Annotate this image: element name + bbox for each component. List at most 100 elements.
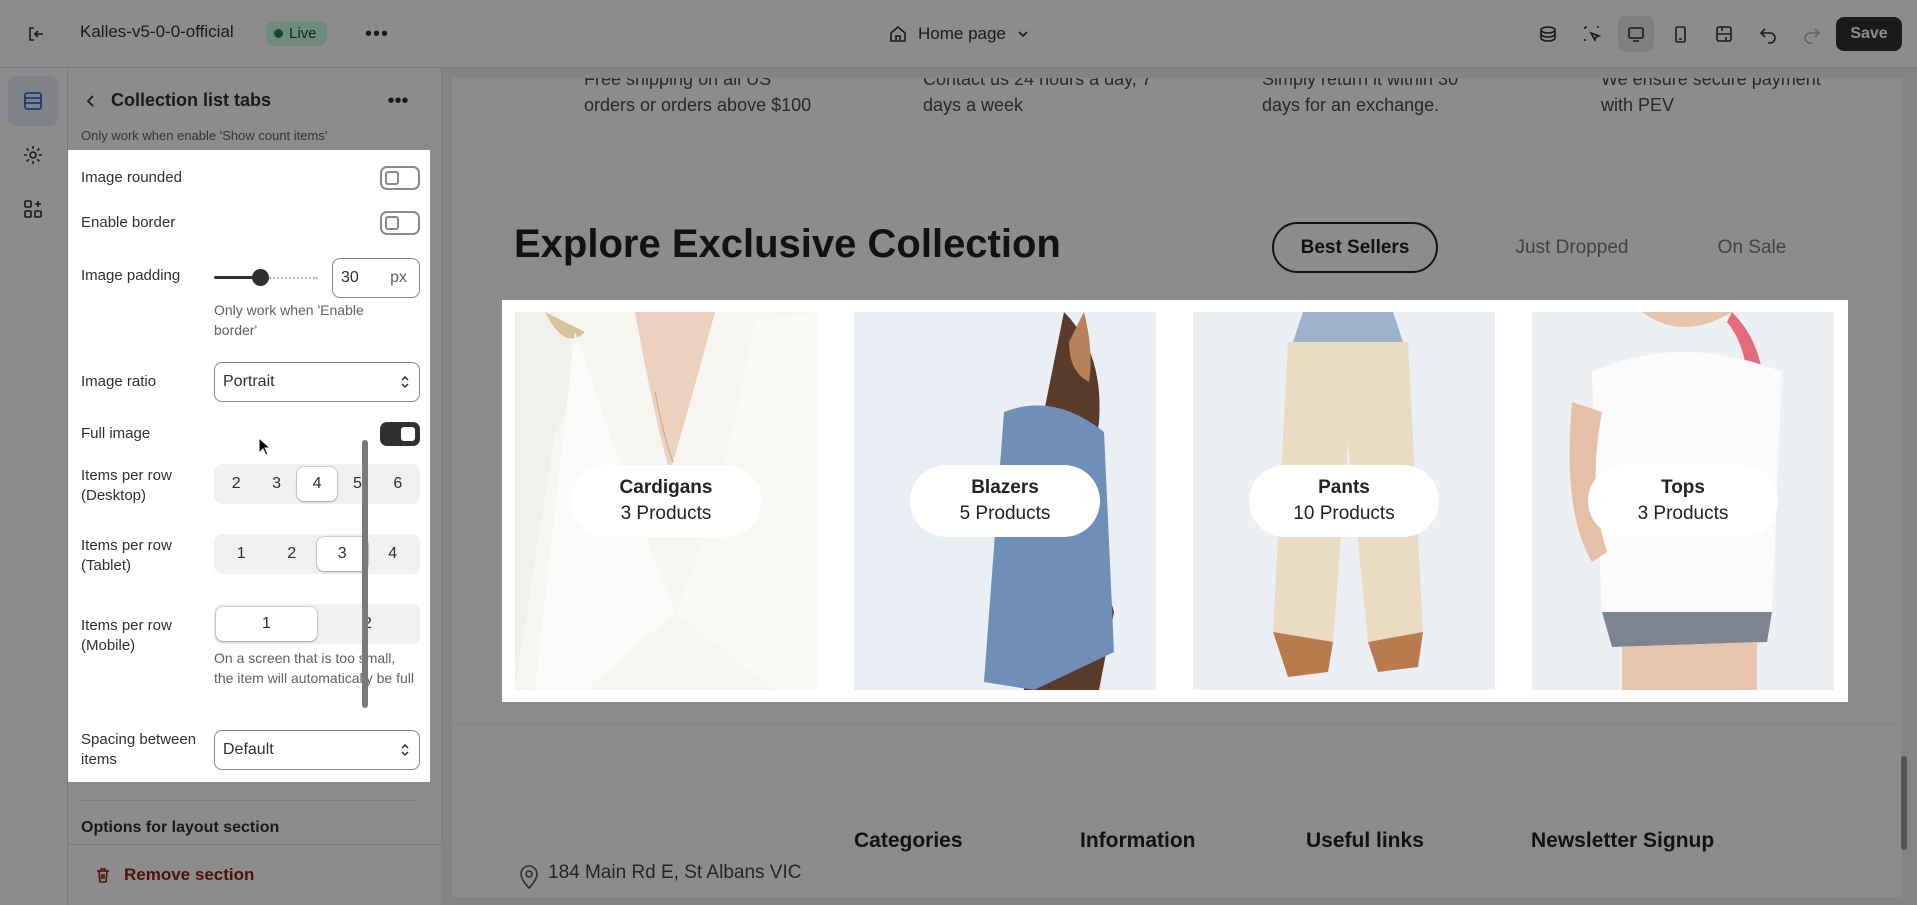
show-count-note: Only work when enable 'Show count items' <box>81 128 328 143</box>
items-tablet-option[interactable]: 2 <box>267 537 318 571</box>
items-tablet-label: Items per row (Tablet) <box>81 537 172 574</box>
collection-heading: Explore Exclusive Collection <box>514 222 1061 266</box>
page-selector-label: Home page <box>918 24 1006 43</box>
save-button[interactable]: Save <box>1836 17 1902 51</box>
select-arrows-icon <box>401 375 409 389</box>
layout-options-heading[interactable]: Options for layout section <box>81 819 279 837</box>
items-mobile-segmented: 1 2 <box>214 604 420 644</box>
full-image-toggle[interactable] <box>380 422 420 446</box>
footer-heading: Useful links <box>1306 829 1424 852</box>
inspector-icon[interactable] <box>1574 16 1610 52</box>
items-tablet-option[interactable]: 4 <box>368 537 419 571</box>
collection-name: Tops <box>1661 477 1705 498</box>
live-badge: Live <box>266 21 327 46</box>
remove-section-button[interactable]: Remove section <box>94 861 254 889</box>
collection-card[interactable]: Pants 10 Products <box>1193 312 1495 690</box>
footer-address: 184 Main Rd E, St Albans VIC <box>548 862 802 883</box>
image-padding-slider[interactable] <box>214 267 324 287</box>
image-rounded-toggle[interactable] <box>380 166 420 190</box>
items-desktop-option-selected[interactable]: 4 <box>296 467 338 501</box>
slider-thumb[interactable] <box>252 269 269 286</box>
collection-label: Cardigans 3 Products <box>571 465 761 537</box>
items-tablet-option-selected[interactable]: 3 <box>317 537 368 571</box>
items-mobile-option-selected[interactable]: 1 <box>216 607 317 641</box>
items-tablet-segmented: 1 2 3 4 <box>214 534 420 574</box>
collection-card[interactable]: Tops 3 Products <box>1532 312 1834 690</box>
editor-topbar: Kalles-v5-0-0-official Live ••• Home pag… <box>0 0 1917 68</box>
panel-footer: Remove section <box>68 844 442 905</box>
image-padding-value: 30 <box>341 269 359 286</box>
tab-best-sellers[interactable]: Best Sellers <box>1272 222 1438 273</box>
image-ratio-value: Portrait <box>223 373 275 390</box>
items-desktop-option[interactable]: 6 <box>378 467 418 501</box>
collection-count: 3 Products <box>620 503 712 524</box>
trash-icon <box>97 868 109 883</box>
image-padding-input[interactable]: 30 px <box>332 258 420 298</box>
image-ratio-label: Image ratio <box>81 373 157 390</box>
footer-heading: Information <box>1080 829 1196 852</box>
spacing-label: Spacing between items <box>81 731 197 768</box>
undo-icon[interactable] <box>1750 16 1786 52</box>
page-selector[interactable]: Home page <box>888 20 1030 48</box>
tab-on-sale[interactable]: On Sale <box>1692 222 1812 273</box>
image-ratio-select[interactable]: Portrait <box>214 362 420 402</box>
theme-settings-icon[interactable] <box>8 130 58 180</box>
back-arrow-icon[interactable] <box>76 86 106 116</box>
collection-name: Blazers <box>971 477 1039 498</box>
feature-text: Free shipping on all US orders or orders… <box>584 78 812 115</box>
enable-border-label: Enable border <box>81 214 176 231</box>
items-desktop-option[interactable]: 2 <box>216 467 256 501</box>
feature-text: Contact us 24 hours a day, 7 days a week <box>923 78 1152 115</box>
remove-section-label: Remove section <box>124 865 255 884</box>
enable-border-toggle[interactable] <box>380 211 420 235</box>
items-mobile-label: Items per row (Mobile) <box>81 617 172 654</box>
panel-scrollbar[interactable] <box>362 440 368 708</box>
panel-more-icon[interactable]: ••• <box>383 86 413 116</box>
collection-card[interactable]: Cardigans 3 Products <box>515 312 817 690</box>
panel-title: Collection list tabs <box>111 90 272 110</box>
full-width-view-icon[interactable] <box>1706 16 1742 52</box>
image-padding-help: Only work when 'Enable border' <box>214 302 364 338</box>
tab-just-dropped[interactable]: Just Dropped <box>1492 222 1652 273</box>
image-padding-unit: px <box>390 269 407 286</box>
apps-icon[interactable] <box>8 184 58 234</box>
collection-label: Tops 3 Products <box>1588 465 1778 537</box>
more-actions-icon[interactable]: ••• <box>362 20 392 48</box>
store-name: Kalles-v5-0-0-official <box>80 22 234 41</box>
preview-scrollbar[interactable] <box>1901 756 1907 850</box>
full-image-label: Full image <box>81 425 151 442</box>
image-padding-label: Image padding <box>81 267 181 284</box>
feature-text: Simply return it within 30 days for an e… <box>1262 78 1459 115</box>
app-embeds-icon[interactable] <box>1530 16 1566 52</box>
mouse-cursor-icon <box>258 437 272 456</box>
divider <box>81 800 418 801</box>
section-settings-panel: Collection list tabs ••• Only work when … <box>68 68 442 905</box>
items-desktop-option[interactable]: 5 <box>337 467 377 501</box>
chevron-down-icon <box>1018 31 1028 38</box>
redo-icon[interactable] <box>1794 16 1830 52</box>
footer-heading: Categories <box>854 829 963 852</box>
collection-name: Cardigans <box>619 477 713 498</box>
collection-label: Blazers 5 Products <box>910 465 1100 537</box>
footer-heading: Newsletter Signup <box>1531 829 1715 852</box>
items-tablet-option[interactable]: 1 <box>216 537 267 571</box>
items-desktop-label: Items per row (Desktop) <box>81 467 172 504</box>
collection-name: Pants <box>1318 477 1370 498</box>
collection-count: 10 Products <box>1293 503 1395 524</box>
items-desktop-option[interactable]: 3 <box>256 467 296 501</box>
select-arrows-icon <box>401 743 409 757</box>
live-dot-icon <box>274 29 283 38</box>
left-rail <box>0 68 68 905</box>
items-desktop-segmented: 2 3 4 5 6 <box>214 464 420 504</box>
collection-card[interactable]: Blazers 5 Products <box>854 312 1156 690</box>
spacing-value: Default <box>223 741 274 758</box>
live-badge-label: Live <box>289 25 317 42</box>
home-icon <box>890 25 906 42</box>
mobile-view-icon[interactable] <box>1662 16 1698 52</box>
desktop-view-icon[interactable] <box>1618 16 1654 52</box>
sections-nav-icon[interactable] <box>8 76 58 126</box>
collection-grid: Cardigans 3 Products Blazers 5 Products … <box>502 300 1848 702</box>
exit-icon[interactable] <box>20 20 52 48</box>
spacing-select[interactable]: Default <box>214 730 420 770</box>
collection-count: 5 Products <box>959 503 1051 524</box>
